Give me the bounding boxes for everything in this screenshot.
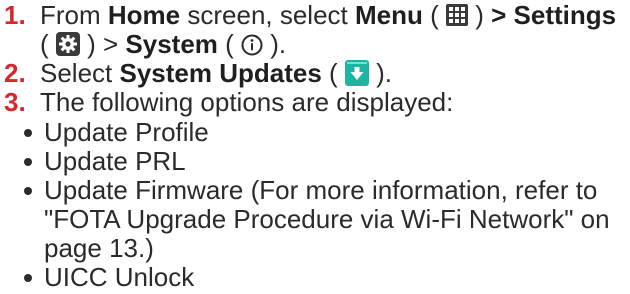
system-label: System xyxy=(125,29,218,59)
list-item: Update PRL xyxy=(0,147,630,176)
option-update-profile: Update Profile xyxy=(44,117,209,148)
step-text: Select xyxy=(40,58,120,88)
step-text: The following options are displayed: xyxy=(40,87,454,118)
step-text: ( xyxy=(40,29,56,59)
bullet-dot xyxy=(24,129,32,138)
step-1: 1. From Home screen, select Menu ( ) > S… xyxy=(0,1,630,59)
step-text: ( xyxy=(321,58,345,88)
list-item: UICC Unlock xyxy=(0,263,630,292)
instruction-document: 1. From Home screen, select Menu ( ) > S… xyxy=(0,0,630,294)
step-number: 3. xyxy=(4,87,26,118)
settings-gear-icon xyxy=(55,32,80,57)
step-3: 3. The following options are displayed: xyxy=(0,88,630,117)
system-updates-label: System Updates xyxy=(119,58,322,88)
step-text: ) > xyxy=(79,29,126,59)
system-update-download-icon xyxy=(344,60,369,87)
settings-label: > Settings xyxy=(491,0,617,30)
list-item: Update Firmware (For more information, r… xyxy=(0,176,630,263)
option-update-prl: Update PRL xyxy=(44,146,186,177)
menu-label: Menu xyxy=(355,0,423,30)
info-circle-icon xyxy=(241,33,263,56)
option-update-firmware: Update Firmware (For more information, r… xyxy=(44,175,610,264)
menu-grid-icon xyxy=(446,4,468,27)
step-text: From xyxy=(40,0,108,30)
step-text: ) xyxy=(468,0,492,30)
bullet-dot xyxy=(24,274,32,283)
list-item: Update Profile xyxy=(0,118,630,147)
options-list: Update Profile Update PRL Update Firmwar… xyxy=(0,118,630,292)
step-text: screen, select xyxy=(180,0,355,30)
step-text: ( xyxy=(422,0,446,30)
step-text: ( xyxy=(217,29,242,59)
step-2: 2. Select System Updates ( ). xyxy=(0,59,630,88)
home-label: Home xyxy=(107,0,181,30)
step-text: ). xyxy=(263,29,287,59)
step-number: 1. xyxy=(4,0,26,30)
bullet-dot xyxy=(24,158,32,167)
option-uicc-unlock: UICC Unlock xyxy=(44,262,195,293)
step-text: ). xyxy=(368,58,393,88)
step-number: 2. xyxy=(4,58,26,88)
bullet-dot xyxy=(24,187,32,196)
